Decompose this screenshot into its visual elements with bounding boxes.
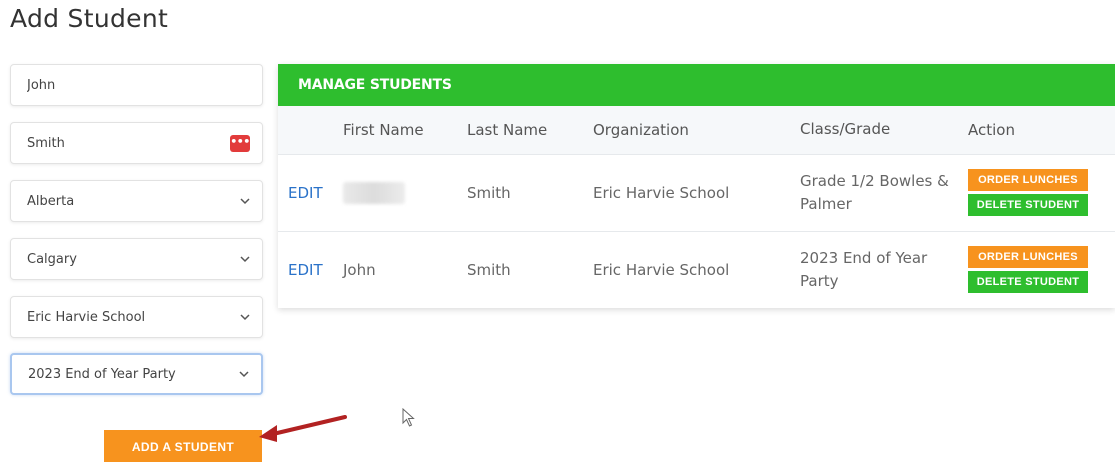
password-manager-icon[interactable]: ••• xyxy=(230,134,250,152)
school-value: Eric Harvie School xyxy=(27,309,146,325)
table-header-row: First Name Last Name Organization Class/… xyxy=(278,106,1115,155)
first-name-cell: John xyxy=(343,260,376,279)
class-cell: 2023 End of Year Party xyxy=(800,248,928,290)
first-name-input[interactable]: John xyxy=(10,64,263,106)
order-lunches-button[interactable]: ORDER LUNCHES xyxy=(968,169,1088,191)
students-table: First Name Last Name Organization Class/… xyxy=(278,106,1115,308)
first-name-value: John xyxy=(27,77,56,93)
column-header-class-grade: Class/Grade xyxy=(800,106,968,155)
class-cell: Grade 1/2 Bowles & Palmer xyxy=(800,154,968,232)
column-header-organization: Organization xyxy=(593,106,800,155)
province-value: Alberta xyxy=(27,193,75,209)
table-row: EDIT John Smith Eric Harvie School 2023 … xyxy=(278,231,1115,308)
chevron-down-icon xyxy=(239,371,249,378)
last-name-cell: Smith xyxy=(467,260,511,279)
add-student-button[interactable]: ADD A STUDENT xyxy=(104,430,262,462)
delete-student-button[interactable]: DELETE STUDENT xyxy=(968,194,1088,216)
manage-students-panel: MANAGE STUDENTS First Name Last Name Org… xyxy=(278,64,1115,308)
action-cell: ORDER LUNCHES DELETE STUDENT xyxy=(968,231,1115,308)
order-lunches-button[interactable]: ORDER LUNCHES xyxy=(968,246,1088,269)
last-name-cell: Smith xyxy=(467,154,593,232)
organization-cell: Eric Harvie School xyxy=(593,260,730,279)
city-value: Calgary xyxy=(27,251,77,267)
school-select[interactable]: Eric Harvie School xyxy=(10,296,263,338)
organization-cell: Eric Harvie School xyxy=(593,154,800,232)
last-name-input[interactable]: Smith ••• xyxy=(10,122,263,164)
page-title: Add Student xyxy=(10,4,169,33)
city-select[interactable]: Calgary xyxy=(10,238,263,280)
column-header-edit xyxy=(278,106,343,155)
edit-link[interactable]: EDIT xyxy=(288,184,323,202)
column-header-last-name: Last Name xyxy=(467,106,593,155)
annotation-arrow-icon xyxy=(259,415,347,442)
chevron-down-icon xyxy=(240,198,250,205)
province-select[interactable]: Alberta xyxy=(10,180,263,222)
table-row: EDIT Smith Eric Harvie School Grade 1/2 … xyxy=(278,154,1115,232)
chevron-down-icon xyxy=(240,256,250,263)
edit-link[interactable]: EDIT xyxy=(288,261,323,279)
redacted-first-name xyxy=(343,181,405,204)
last-name-value: Smith xyxy=(27,135,65,151)
class-value: 2023 End of Year Party xyxy=(28,366,176,382)
manage-students-heading: MANAGE STUDENTS xyxy=(278,64,1115,106)
delete-student-button[interactable]: DELETE STUDENT xyxy=(968,271,1088,294)
mouse-cursor-icon xyxy=(402,408,415,427)
column-header-action: Action xyxy=(968,106,1115,155)
action-cell: ORDER LUNCHES DELETE STUDENT xyxy=(968,154,1115,232)
class-select[interactable]: 2023 End of Year Party xyxy=(10,353,263,395)
chevron-down-icon xyxy=(240,314,250,321)
column-header-first-name: First Name xyxy=(343,106,467,155)
